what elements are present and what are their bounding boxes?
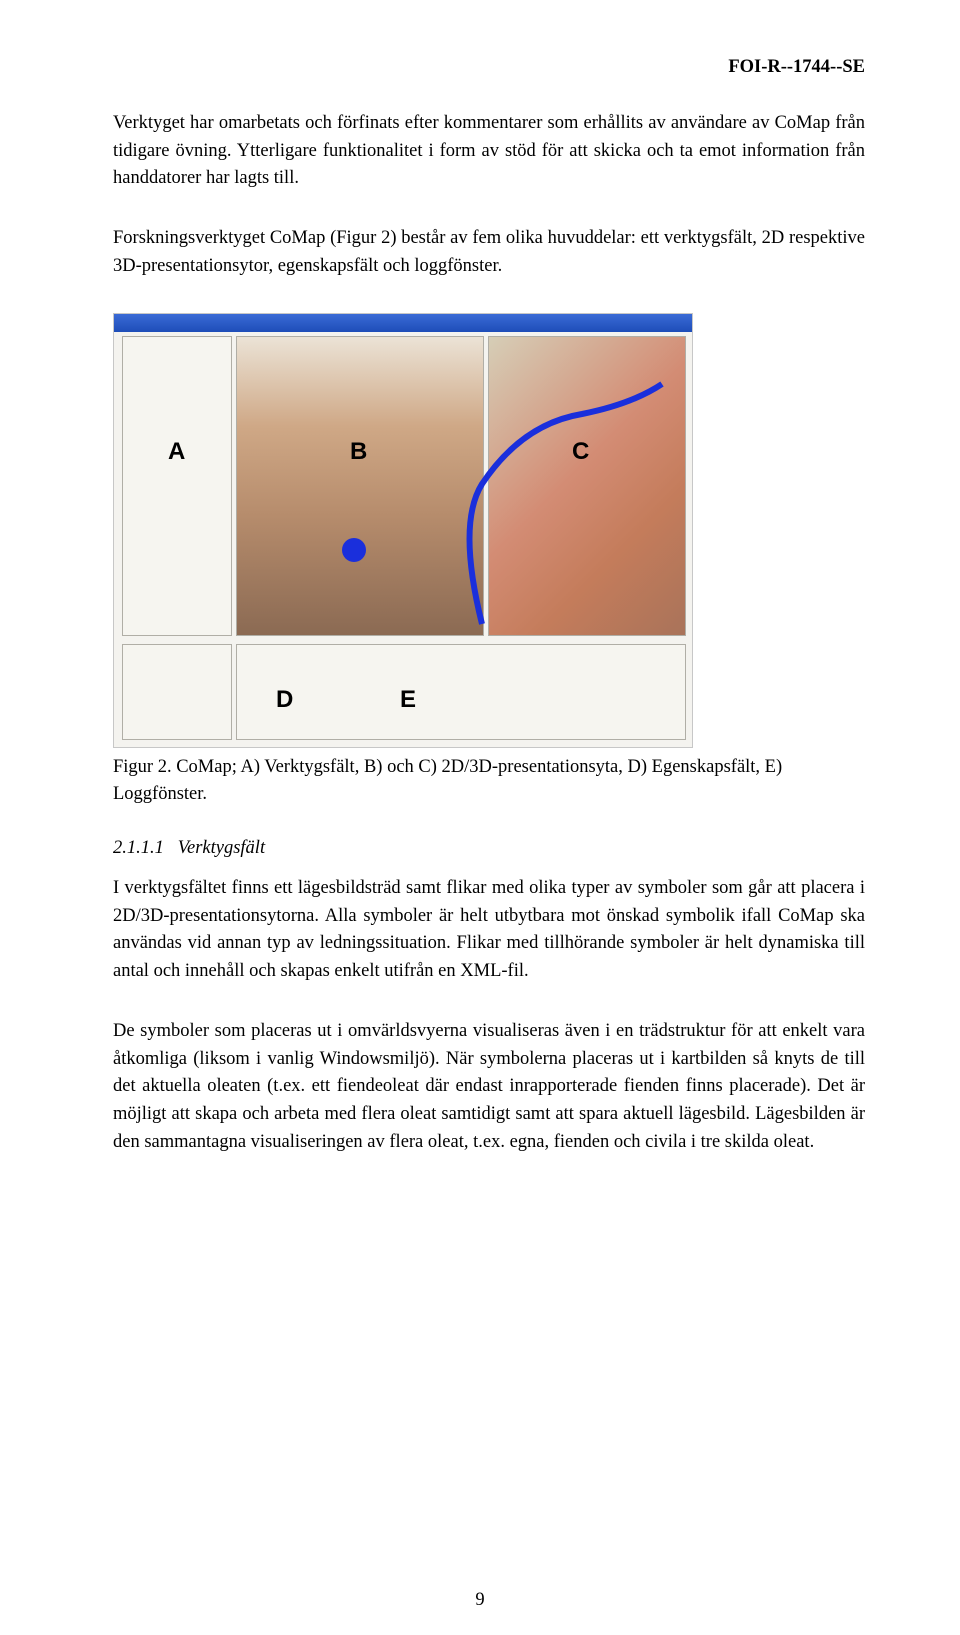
figure-label-d: D — [276, 682, 293, 718]
figure-2: A B C D E Figur 2. CoMap; A) Verktygsfäl… — [113, 313, 865, 810]
figure-label-b: B — [350, 434, 367, 470]
panel-2d-view — [488, 336, 686, 636]
figure-label-a: A — [168, 434, 185, 470]
page-number: 9 — [0, 1587, 960, 1615]
paragraph-3: I verktygsfältet finns ett lägesbildsträ… — [113, 875, 865, 986]
paragraph-4: De symboler som placeras ut i omvärldsvy… — [113, 1018, 865, 1157]
map-marker-icon — [342, 538, 366, 562]
paragraph-1: Verktyget har omarbetats och förfinats e… — [113, 110, 865, 193]
panel-log — [236, 644, 686, 740]
panel-properties — [122, 644, 232, 740]
figure-label-c: C — [572, 434, 589, 470]
panel-toolbox — [122, 336, 232, 636]
figure-label-e: E — [400, 682, 416, 718]
app-titlebar — [114, 314, 692, 332]
figure-2-image: A B C D E — [113, 313, 693, 748]
paragraph-2: Forskningsverktyget CoMap (Figur 2) best… — [113, 225, 865, 281]
document-header: FOI-R--1744--SE — [113, 54, 865, 82]
subsection-number: 2.1.1.1 — [113, 838, 164, 858]
subsection-heading: 2.1.1.1 Verktygsfält — [113, 835, 865, 863]
subsection-title: Verktygsfält — [178, 838, 265, 858]
figure-2-caption: Figur 2. CoMap; A) Verktygsfält, B) och … — [113, 754, 865, 810]
panel-3d-view — [236, 336, 484, 636]
